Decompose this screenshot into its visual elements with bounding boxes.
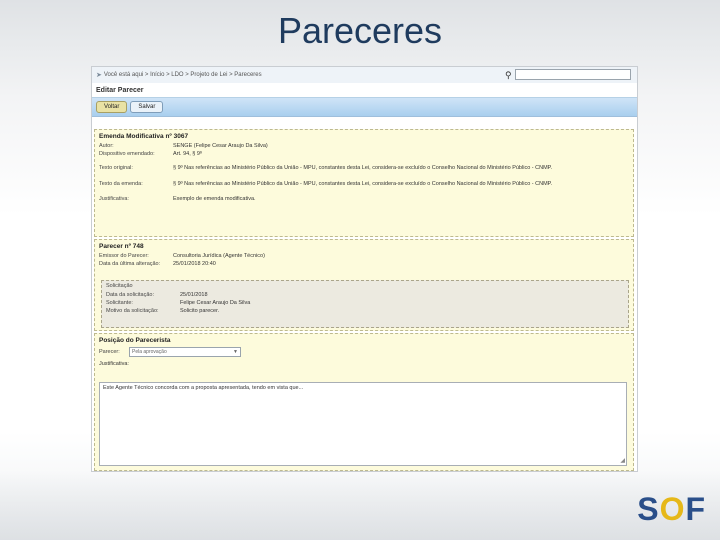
background-decoration (0, 470, 720, 540)
slide-title: Pareceres (277, 10, 443, 51)
parecer-select[interactable]: Pela aprovação ▼ (129, 347, 241, 357)
emenda-row: Texto original: § 9º Nas referências ao … (95, 164, 633, 173)
parecer-select-row: Parecer: Pela aprovação ▼ (95, 346, 633, 358)
emenda-row: Dispositivo emendado: Art. 94, § 9º (95, 150, 633, 158)
field-label: Autor: (99, 143, 114, 149)
emenda-panel: Emenda Modificativa nº 3067 Autor: SENGE… (94, 129, 634, 237)
back-button[interactable]: Voltar (96, 101, 128, 113)
breadcrumb-bar: ➤ Você está aqui > Início > LDO > Projet… (92, 67, 637, 83)
search-icon[interactable]: ⚲ (505, 70, 515, 80)
field-label: Motivo da solicitação: (106, 308, 159, 314)
page-heading: Editar Parecer (96, 87, 144, 94)
parecer-title: Parecer nº 748 (99, 243, 144, 250)
solicitacao-row: Data da solicitação: 25/01/2018 (102, 291, 628, 299)
parecer-select-value: Pela aprovação (132, 349, 167, 355)
field-value: Consultoria Jurídica (Agente Técnico) (173, 253, 265, 259)
field-value: 25/01/2018 20:40 (173, 261, 216, 267)
search-area: ⚲ (505, 69, 631, 80)
emenda-row: Texto da emenda: § 9º Nas referências ao… (95, 180, 633, 189)
justificativa-label-row: Justificativa: (95, 360, 633, 368)
screenshot-window: ➤ Você está aqui > Início > LDO > Projet… (91, 66, 638, 472)
parecer-row: Emissor do Parecer: Consultoria Jurídica… (95, 252, 633, 260)
justificativa-textarea[interactable]: Este Agente Técnico concorda com a propo… (99, 382, 627, 466)
emenda-row: Autor: SENGE (Felipe Cesar Araujo Da Sil… (95, 142, 633, 150)
field-value: Felipe Cesar Araujo Da Silva (180, 300, 251, 306)
solicitacao-title: Solicitação (106, 283, 133, 289)
field-value: Solicito parecer. (180, 308, 220, 314)
field-label: Emissor do Parecer: (99, 253, 149, 259)
solicitacao-row: Solicitante: Felipe Cesar Araujo Da Silv… (102, 299, 628, 307)
emenda-title: Emenda Modificativa nº 3067 (99, 133, 189, 140)
sof-logo: SOF (637, 491, 706, 527)
solicitacao-row: Motivo da solicitação: Solicito parecer. (102, 307, 628, 315)
field-label: Data da última alteração: (99, 261, 161, 267)
field-label: Parecer: (99, 349, 120, 355)
field-value: Exemplo de emenda modificativa. (173, 196, 256, 202)
parecer-row: Data da última alteração: 25/01/2018 20:… (95, 260, 633, 268)
save-button[interactable]: Salvar (130, 101, 164, 113)
field-value: § 9º Nas referências ao Ministério Públi… (173, 165, 553, 171)
toolbar: Voltar Salvar (92, 97, 637, 117)
field-label: Dispositivo emendado: (99, 151, 155, 157)
justificativa-text: Este Agente Técnico concorda com a propo… (103, 385, 304, 391)
solicitacao-panel: Solicitação Data da solicitação: 25/01/2… (101, 280, 629, 328)
arrow-icon: ➤ (96, 72, 102, 79)
field-value: § 9º Nas referências ao Ministério Públi… (173, 181, 553, 187)
field-label: Texto original: (99, 165, 133, 171)
field-label: Texto da emenda: (99, 181, 143, 187)
field-value: SENGE (Felipe Cesar Araujo Da Silva) (173, 143, 268, 149)
field-value: Art. 94, § 9º (173, 151, 202, 157)
field-label: Solicitante: (106, 300, 133, 306)
emenda-row: Justificativa: Exemplo de emenda modific… (95, 195, 633, 203)
chevron-down-icon: ▼ (233, 349, 238, 355)
field-label: Justificativa: (99, 196, 129, 202)
resize-handle-icon[interactable]: ◢ (620, 457, 625, 464)
field-value: 25/01/2018 (180, 292, 208, 298)
posicao-panel: Posição do Parecerista Parecer: Pela apr… (94, 333, 634, 471)
field-label: Data da solicitação: (106, 292, 154, 298)
parecer-panel: Parecer nº 748 Emissor do Parecer: Consu… (94, 239, 634, 331)
search-input[interactable] (515, 69, 631, 80)
field-label: Justificativa: (99, 361, 129, 367)
posicao-title: Posição do Parecerista (99, 337, 171, 344)
breadcrumb[interactable]: Você está aqui > Início > LDO > Projeto … (104, 72, 262, 78)
